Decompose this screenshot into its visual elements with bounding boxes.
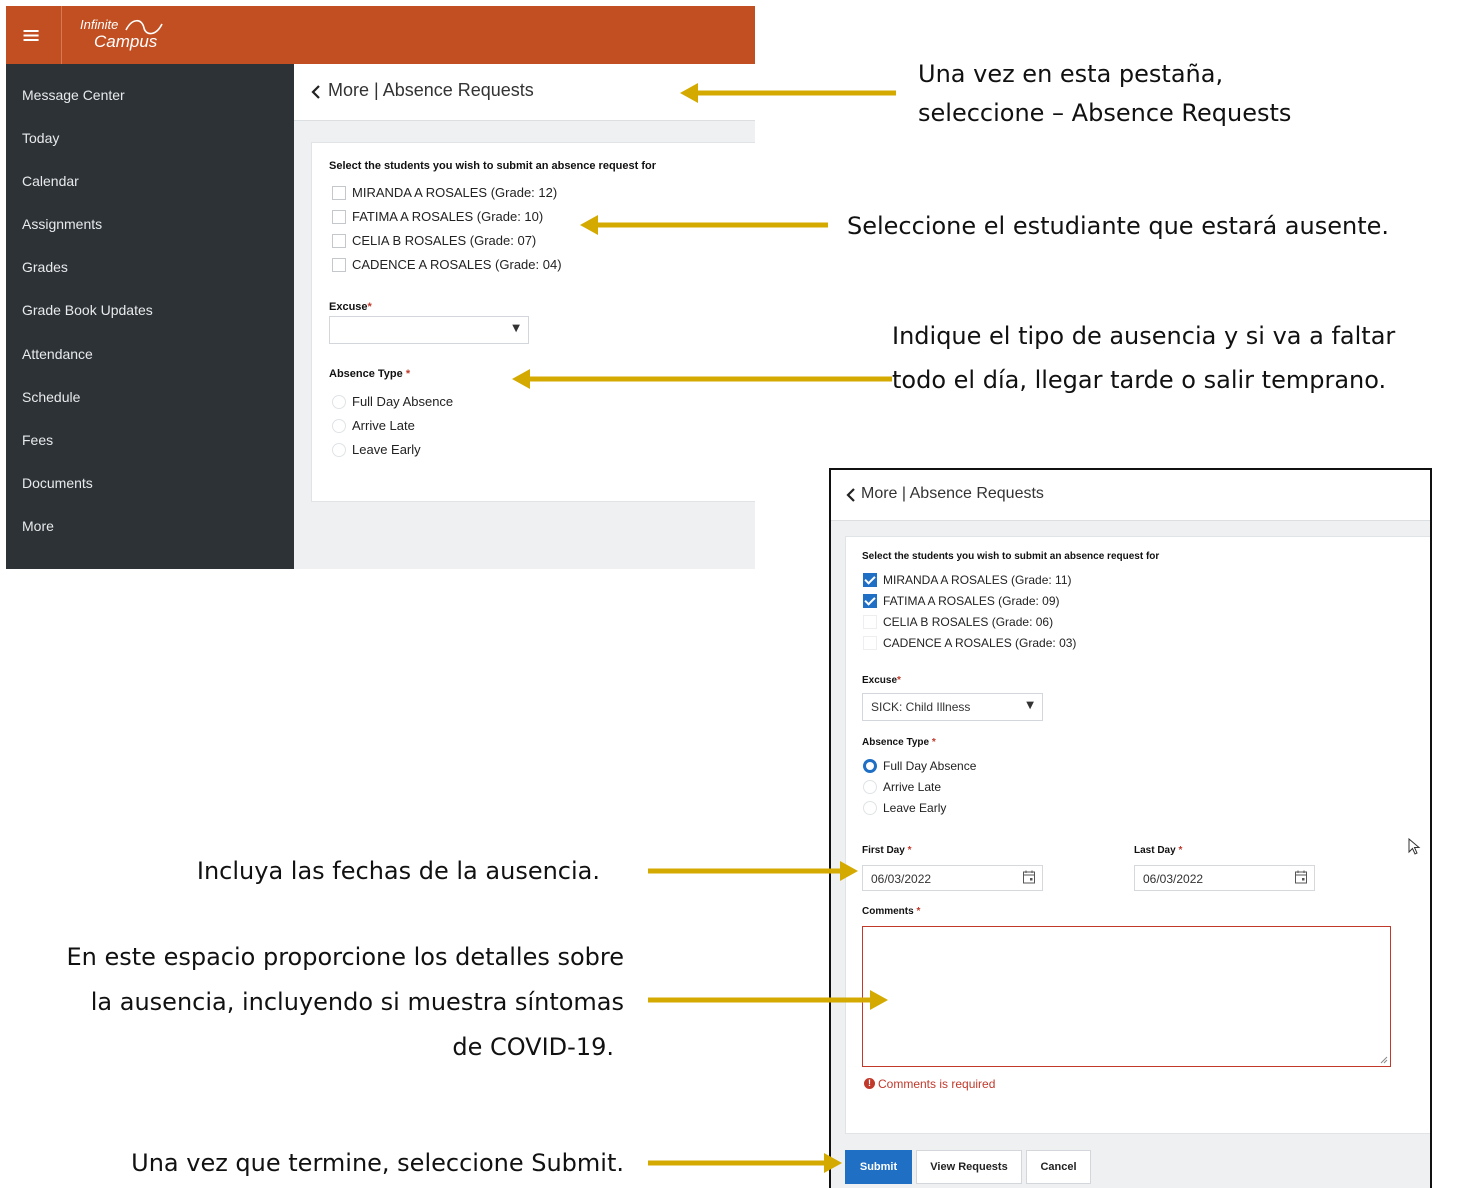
- arrow-to-comments: [648, 990, 888, 1010]
- arrow-to-header: [680, 83, 896, 103]
- arrow-to-submit: [648, 1153, 842, 1173]
- arrow-to-absence-type: [512, 369, 892, 389]
- arrow-to-students: [580, 215, 828, 235]
- annotation-arrows: [512, 83, 896, 1173]
- arrow-to-dates: [648, 861, 858, 881]
